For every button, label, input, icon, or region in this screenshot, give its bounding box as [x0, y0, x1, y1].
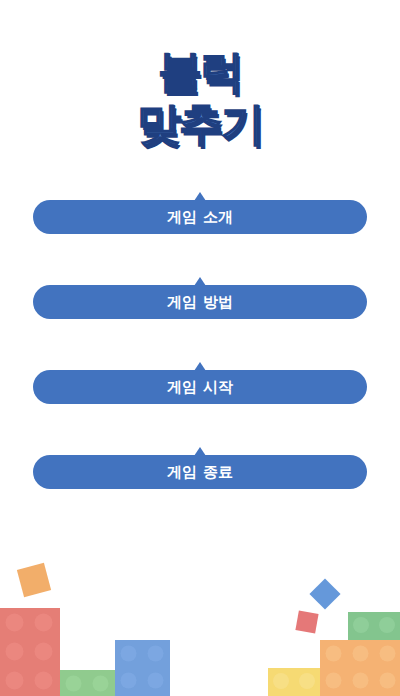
menu-button-label[interactable]: 게임 방법: [33, 285, 367, 319]
menu-button[interactable]: 게임 방법: [33, 277, 367, 319]
logo-text: 맞추기: [137, 98, 263, 150]
menu-button[interactable]: 게임 시작: [33, 362, 367, 404]
main-menu: 게임 소개게임 방법게임 시작게임 종료: [33, 192, 367, 489]
blocks-decoration-icon: [0, 556, 400, 696]
menu-screen: 블럭맞추기게임 소개게임 방법게임 시작게임 종료: [0, 0, 400, 696]
menu-button-label[interactable]: 게임 종료: [33, 455, 367, 489]
menu-button[interactable]: 게임 종료: [33, 447, 367, 489]
menu-button-label[interactable]: 게임 시작: [33, 370, 367, 404]
game-logo: 블럭맞추기: [137, 0, 263, 150]
menu-button-label[interactable]: 게임 소개: [33, 200, 367, 234]
logo-text: 블럭: [158, 46, 242, 98]
menu-button[interactable]: 게임 소개: [33, 192, 367, 234]
